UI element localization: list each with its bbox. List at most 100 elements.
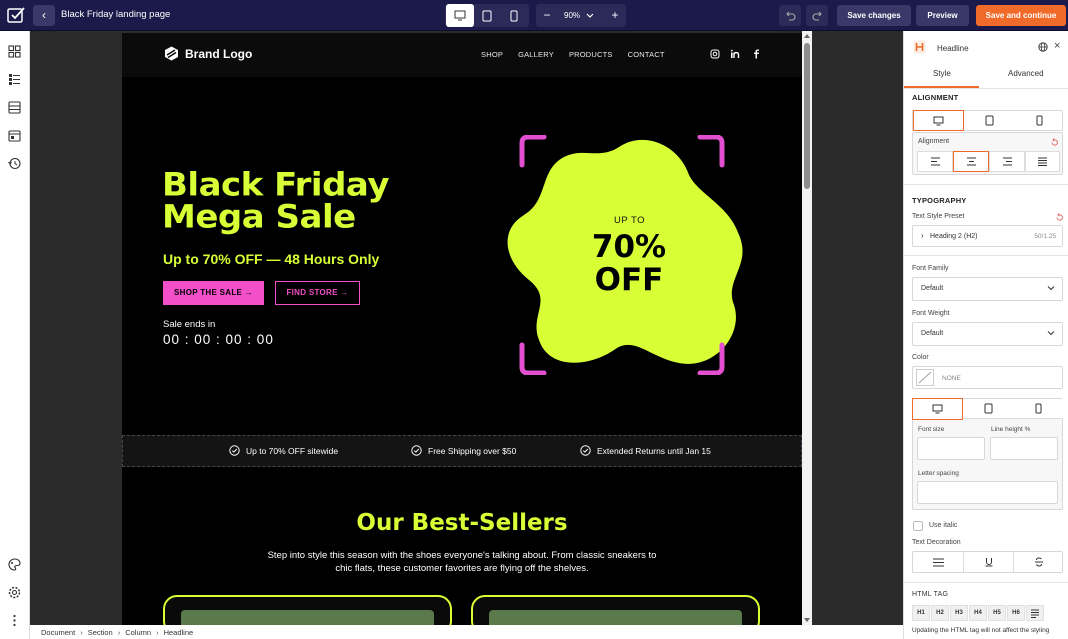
size-mobile-button[interactable]: [1013, 399, 1063, 419]
use-italic-checkbox[interactable]: [913, 521, 923, 531]
alignment-tablet-button[interactable]: [964, 111, 1014, 130]
shop-the-sale-button[interactable]: SHOP THE SALE →: [163, 281, 264, 305]
zoom-out-button[interactable]: −: [536, 4, 558, 27]
alignment-desktop-button[interactable]: [913, 110, 964, 131]
scroll-down-arrow-icon[interactable]: [803, 617, 811, 623]
color-label: Color: [912, 354, 929, 361]
globe-icon[interactable]: [1038, 42, 1048, 52]
reset-icon[interactable]: [1050, 138, 1059, 147]
html-tag-h6-button[interactable]: H6: [1007, 605, 1025, 621]
size-tablet-button[interactable]: [963, 399, 1013, 419]
strikethrough-icon: [1034, 557, 1043, 567]
alignment-device-switcher: [912, 110, 1063, 131]
html-tag-h3-button[interactable]: H3: [950, 605, 968, 621]
canvas-scrollbar[interactable]: [802, 31, 812, 625]
product-card[interactable]: [163, 595, 452, 625]
font-weight-value: Default: [921, 330, 944, 337]
reset-icon[interactable]: [1055, 213, 1064, 222]
font-size-input[interactable]: [917, 437, 985, 460]
preview-button[interactable]: Preview: [916, 5, 969, 26]
more-vertical-icon[interactable]: [7, 613, 22, 628]
decoration-strikethrough-button[interactable]: [1013, 552, 1063, 572]
font-weight-select[interactable]: Default: [912, 322, 1063, 346]
linkedin-icon[interactable]: [730, 49, 740, 59]
desktop-icon: [932, 404, 943, 414]
color-swatch-none-icon[interactable]: [916, 369, 934, 386]
color-picker[interactable]: NONE: [912, 366, 1063, 389]
html-tag-paragraph-button[interactable]: [1026, 605, 1044, 621]
chevron-down-icon[interactable]: [586, 12, 594, 20]
tab-advanced[interactable]: Advanced: [1008, 69, 1044, 78]
mobile-view-button[interactable]: [500, 4, 528, 27]
brand-logo-icon: [165, 46, 178, 61]
breadcrumb-item[interactable]: Column: [125, 628, 151, 637]
align-right-button[interactable]: [989, 151, 1025, 172]
hero-subtitle[interactable]: Up to 70% OFF — 48 Hours Only: [163, 251, 379, 267]
html-tag-h2-button[interactable]: H2: [931, 605, 949, 621]
app-logo-icon[interactable]: [7, 6, 25, 24]
line-height-input[interactable]: [990, 437, 1058, 460]
product-card[interactable]: [471, 595, 760, 625]
redo-button[interactable]: [806, 5, 828, 26]
back-button[interactable]: ‹: [33, 5, 55, 26]
breadcrumb-item[interactable]: Section: [88, 628, 113, 637]
instagram-icon[interactable]: [710, 49, 720, 59]
settings-gear-icon[interactable]: [7, 585, 22, 600]
nav-link-contact[interactable]: CONTACT: [628, 50, 665, 59]
decoration-underline-button[interactable]: [963, 552, 1013, 572]
align-justify-button[interactable]: [1025, 151, 1060, 172]
text-style-preset-meta: 50/1.25: [1034, 233, 1056, 240]
promo-discount: 70% OFF: [591, 229, 667, 298]
nav-link-shop[interactable]: SHOP: [481, 50, 503, 59]
tab-style[interactable]: Style: [933, 69, 951, 78]
zoom-in-button[interactable]: +: [604, 4, 626, 27]
breadcrumb-item[interactable]: Document: [41, 628, 75, 637]
save-and-continue-button[interactable]: Save and continue: [976, 5, 1066, 26]
text-style-preset-select[interactable]: › Heading 2 (H2) 50/1.25: [912, 225, 1063, 247]
typography-heading: TYPOGRAPHY: [912, 196, 967, 205]
scroll-thumb[interactable]: [804, 43, 810, 189]
scroll-up-arrow-icon[interactable]: [803, 33, 811, 39]
facebook-icon[interactable]: [751, 49, 761, 59]
save-changes-button[interactable]: Save changes: [837, 5, 911, 26]
best-sellers-heading[interactable]: Our Best-Sellers: [122, 510, 802, 536]
find-store-button[interactable]: FIND STORE →: [275, 281, 360, 305]
sale-ends-label: Sale ends in: [163, 319, 216, 330]
history-icon[interactable]: [7, 156, 22, 171]
headline-element-icon: [913, 40, 926, 54]
breadcrumb-item[interactable]: Headline: [164, 628, 194, 637]
align-left-button[interactable]: [917, 151, 953, 172]
alignment-mobile-button[interactable]: [1014, 111, 1064, 130]
desktop-view-button[interactable]: [446, 4, 474, 27]
tablet-view-button[interactable]: [473, 4, 501, 27]
nav-link-products[interactable]: PRODUCTS: [569, 50, 613, 59]
top-bar: ‹ Black Friday landing page − 90% + Save: [0, 0, 1068, 31]
zoom-value[interactable]: 90%: [564, 11, 580, 20]
size-desktop-button[interactable]: [912, 398, 963, 420]
best-sellers-description[interactable]: Step into style this season with the sho…: [262, 549, 662, 575]
layers-list-icon[interactable]: [7, 72, 22, 87]
html-tag-h1-button[interactable]: H1: [912, 605, 930, 621]
tablet-icon: [984, 403, 992, 414]
palette-icon[interactable]: [7, 557, 22, 572]
hero-headline[interactable]: Black Friday Mega Sale: [162, 169, 472, 234]
html-tag-h5-button[interactable]: H5: [988, 605, 1006, 621]
site-nav-links: SHOP GALLERY PRODUCTS CONTACT: [481, 50, 665, 59]
site-header[interactable]: Brand Logo SHOP GALLERY PRODUCTS CONTACT: [122, 33, 802, 77]
letter-spacing-input[interactable]: [917, 481, 1058, 504]
undo-button[interactable]: [779, 5, 801, 26]
calendar-icon[interactable]: [7, 128, 22, 143]
grid-icon[interactable]: [7, 44, 22, 59]
nav-link-gallery[interactable]: GALLERY: [518, 50, 554, 59]
brand-logo[interactable]: Brand Logo: [164, 46, 252, 61]
align-center-button[interactable]: [953, 151, 989, 172]
font-family-select[interactable]: Default: [912, 277, 1063, 301]
promo-badge[interactable]: UP TO 70% OFF: [494, 134, 752, 376]
sections-icon[interactable]: [7, 100, 22, 115]
close-icon[interactable]: ×: [1054, 40, 1060, 52]
html-tag-h4-button[interactable]: H4: [969, 605, 987, 621]
decoration-none-button[interactable]: [913, 552, 963, 572]
usp-bar[interactable]: Up to 70% OFF sitewide Free Shipping ove…: [122, 435, 802, 467]
align-justify-icon: [1038, 157, 1047, 166]
check-circle-icon: [229, 445, 240, 456]
